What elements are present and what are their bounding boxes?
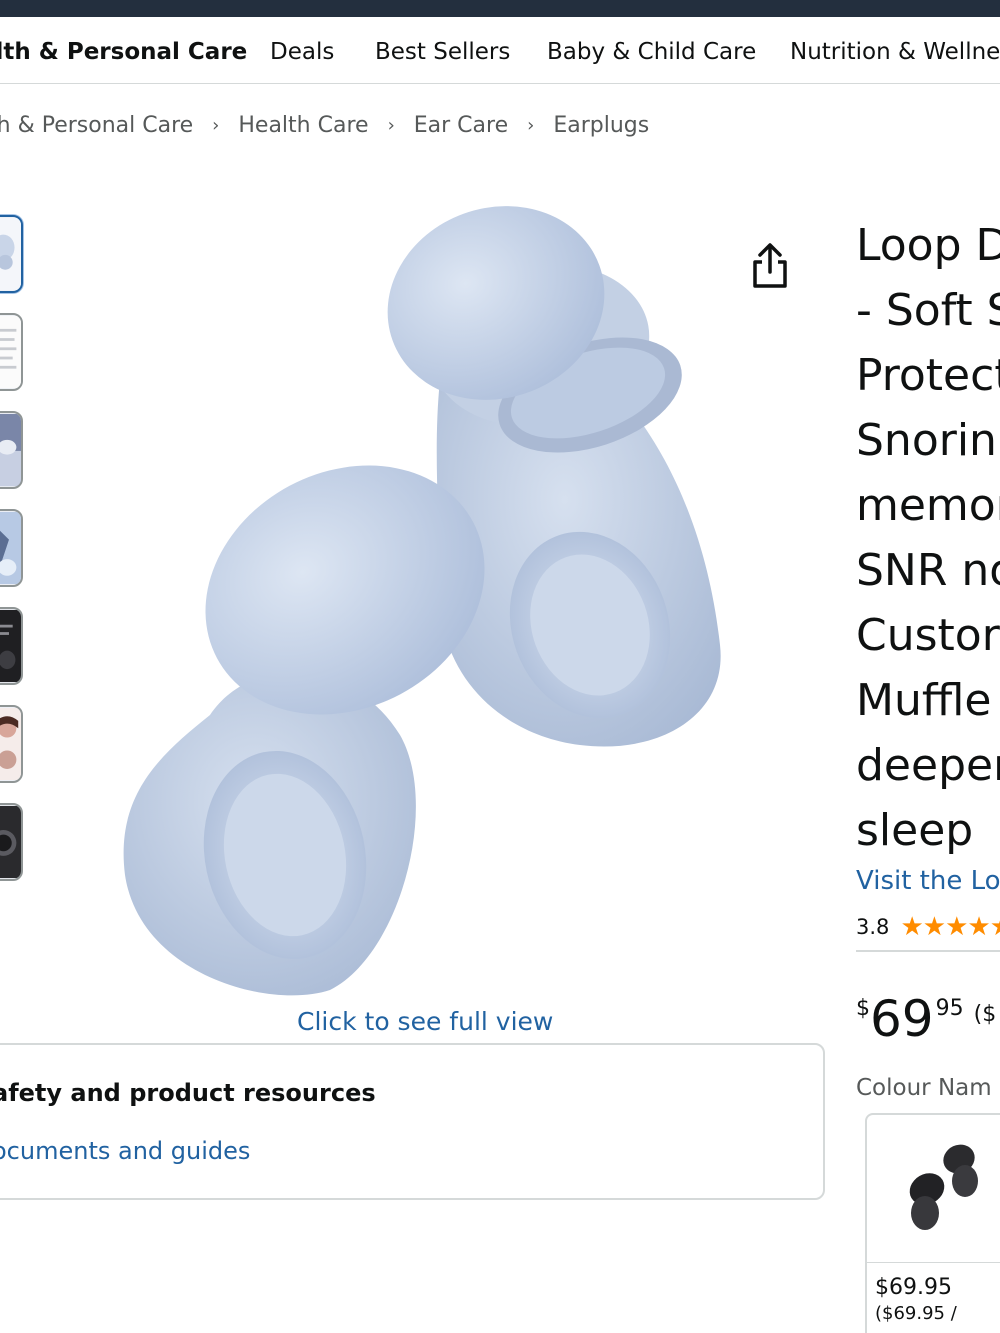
full-view-link[interactable]: Click to see full view xyxy=(297,1007,553,1036)
product-title-line: Protect xyxy=(856,350,1000,401)
thumbnail-1[interactable] xyxy=(0,215,23,293)
lifestyle-thumbnail-image xyxy=(0,413,21,487)
price-per-unit: ($ xyxy=(973,1002,997,1027)
video-thumbnail-image xyxy=(0,805,21,879)
price-fraction: 95 xyxy=(935,996,964,1021)
product-title: Loop D - Soft S Protect Snorin memor SNR… xyxy=(856,213,1000,863)
swatch-price: $69.95 xyxy=(875,1275,952,1300)
visit-store-link[interactable]: Visit the Lo xyxy=(856,866,1000,896)
safety-resources-title: afety and product resources xyxy=(0,1079,376,1107)
breadcrumb-item-health-care[interactable]: Health Care xyxy=(238,113,368,138)
share-icon xyxy=(753,243,787,288)
colour-swatch-option[interactable]: $69.95 ($69.95 / xyxy=(865,1113,1000,1333)
rating-summary[interactable]: 3.8 ★★★★★ xyxy=(856,912,1000,942)
breadcrumb-separator-icon: › xyxy=(212,114,220,136)
thumbnail-2[interactable] xyxy=(0,313,23,391)
earplug-thumbnail-image xyxy=(0,217,21,291)
swatch-image xyxy=(867,1115,1000,1263)
breadcrumb-item-health-personal-care[interactable]: th & Personal Care xyxy=(0,113,193,138)
product-title-line: Snorin xyxy=(856,415,997,466)
dark-thumbnail-image xyxy=(0,609,21,683)
thumbnail-3[interactable] xyxy=(0,411,23,489)
category-nav: alth & Personal Care Deals Best Sellers … xyxy=(0,17,1000,84)
thumbnail-6[interactable] xyxy=(0,705,23,783)
thumbnail-5[interactable] xyxy=(0,607,23,685)
breadcrumb-separator-icon: › xyxy=(527,114,535,136)
star-rating-icon: ★★★★★ xyxy=(900,912,1000,942)
main-product-image[interactable] xyxy=(100,195,760,1015)
top-header-bar xyxy=(0,0,1000,17)
divider xyxy=(856,950,1000,952)
nav-item-nutrition-wellness[interactable]: Nutrition & Wellnes xyxy=(790,39,1000,65)
product-title-line: memor xyxy=(856,480,1000,531)
documents-guides-link[interactable]: ocuments and guides xyxy=(0,1137,250,1165)
product-title-line: SNR no xyxy=(856,545,1000,596)
thumbnail-7-video[interactable] xyxy=(0,803,23,881)
product-title-line: Loop D xyxy=(856,220,1000,271)
product-title-line: sleep xyxy=(856,805,974,856)
breadcrumb-item-ear-care[interactable]: Ear Care xyxy=(414,113,508,138)
product-page: alth & Personal Care Deals Best Sellers … xyxy=(0,0,1000,1333)
safety-resources-card: afety and product resources ocuments and… xyxy=(0,1043,825,1200)
breadcrumb: th & Personal Care › Health Care › Ear C… xyxy=(0,112,649,142)
breadcrumb-separator-icon: › xyxy=(387,114,395,136)
nav-item-deals[interactable]: Deals xyxy=(270,39,334,65)
nav-item-best-sellers[interactable]: Best Sellers xyxy=(375,39,510,65)
price-currency: $ xyxy=(856,996,870,1021)
nav-item-baby-child-care[interactable]: Baby & Child Care xyxy=(547,39,756,65)
person-thumbnail-image xyxy=(0,707,21,781)
rating-value: 3.8 xyxy=(856,915,890,939)
breadcrumb-item-earplugs[interactable]: Earplugs xyxy=(553,113,649,138)
price-whole: 69 xyxy=(870,990,934,1048)
document-thumbnail-image xyxy=(0,315,21,389)
nav-item-health-personal-care[interactable]: alth & Personal Care xyxy=(0,39,247,65)
product-title-line: deeper xyxy=(856,740,1000,791)
product-title-line: - Soft S xyxy=(856,285,1000,336)
share-button[interactable] xyxy=(745,240,795,292)
price: $6995 ($ xyxy=(856,990,996,1048)
product-title-line: Custor xyxy=(856,610,1000,661)
earplugs-product-image xyxy=(123,206,721,996)
lifestyle-thumbnail-image xyxy=(0,511,21,585)
black-earplugs-swatch-image xyxy=(909,1144,978,1230)
colour-name-label: Colour Nam xyxy=(856,1075,992,1101)
product-title-line: Muffle xyxy=(856,675,992,726)
thumbnail-4[interactable] xyxy=(0,509,23,587)
swatch-unit-price: ($69.95 / xyxy=(875,1303,957,1324)
